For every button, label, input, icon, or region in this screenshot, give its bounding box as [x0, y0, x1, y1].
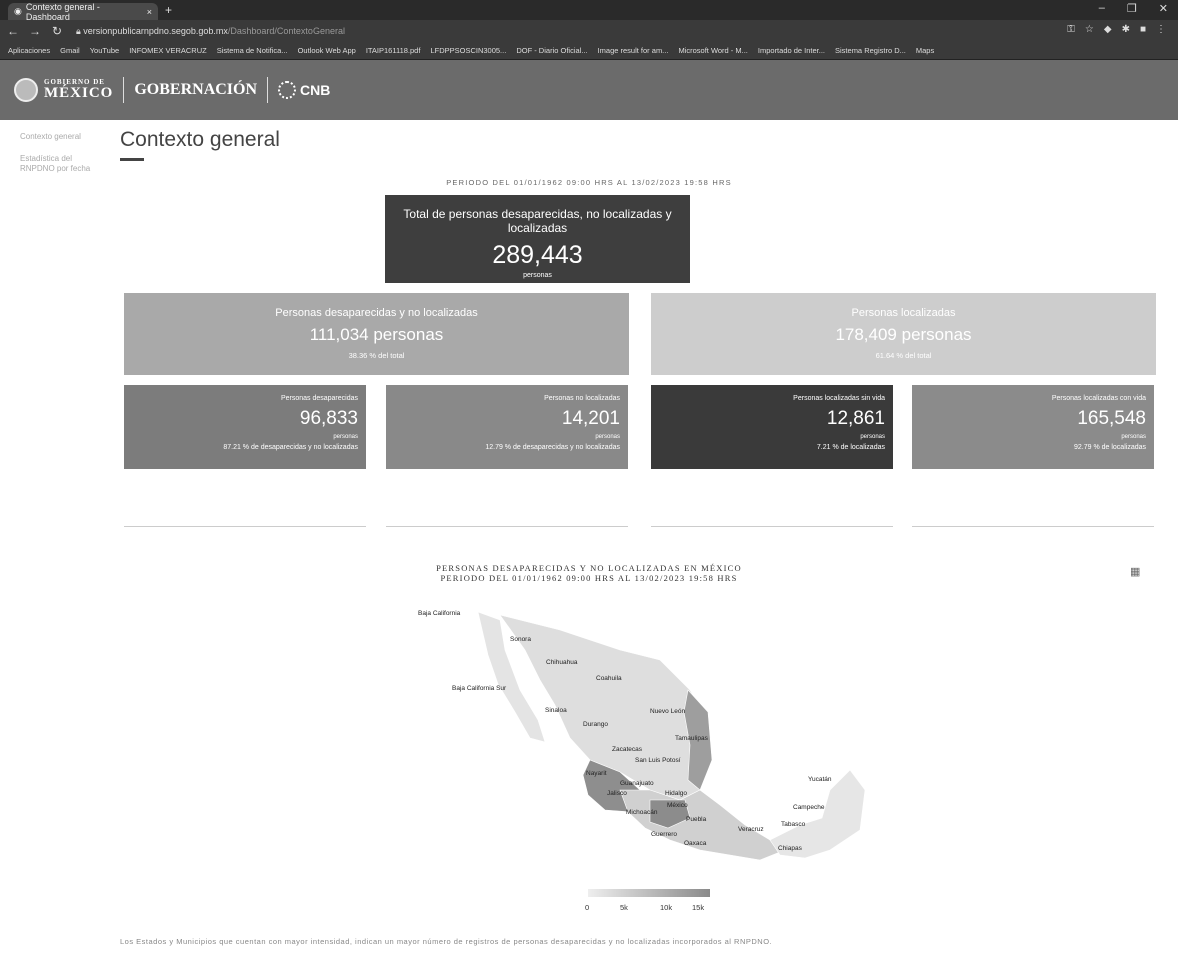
state-label[interactable]: Tabasco [781, 821, 805, 828]
legend-gradient [588, 889, 710, 897]
legend-tick: 10k [660, 903, 673, 912]
state-label[interactable]: Sinaloa [545, 707, 567, 714]
state-label[interactable]: Tamaulipas [675, 735, 708, 742]
state-label[interactable]: Michoacán [626, 809, 657, 816]
state-label[interactable]: Jalisco [607, 790, 627, 797]
state-label[interactable]: Durango [583, 721, 608, 728]
state-label[interactable]: San Luis Potosí [635, 757, 681, 764]
state-label[interactable]: Yucatán [808, 776, 832, 783]
state-label[interactable]: Nuevo León [650, 708, 685, 715]
legend-tick: 0 [585, 903, 590, 912]
state-label[interactable]: Coahuila [596, 675, 622, 682]
state-label[interactable]: Baja California Sur [452, 685, 506, 692]
mexico-map [477, 611, 866, 861]
state-label[interactable]: Zacatecas [612, 746, 642, 753]
state-label[interactable]: Veracruz [738, 826, 764, 833]
state-label[interactable]: Guanajuato [620, 780, 654, 787]
state-label[interactable]: Baja California [418, 610, 460, 617]
state-label[interactable]: Sonora [510, 636, 531, 643]
footnote: Los Estados y Municipios que cuentan con… [120, 937, 773, 946]
state-label[interactable]: Hidalgo [665, 790, 687, 797]
state-label[interactable]: Chiapas [778, 845, 802, 852]
state-label[interactable]: Guerrero [651, 831, 677, 838]
state-label[interactable]: Nayarit [586, 770, 607, 777]
state-label[interactable]: Campeche [793, 804, 824, 811]
state-label[interactable]: Chihuahua [546, 659, 577, 666]
state-label[interactable]: México [667, 802, 688, 809]
legend-tick: 15k [692, 903, 705, 912]
state-label[interactable]: Oaxaca [684, 840, 706, 847]
legend-tick: 5k [620, 903, 628, 912]
map-region-center-south [619, 789, 781, 861]
state-label[interactable]: Puebla [686, 816, 706, 823]
